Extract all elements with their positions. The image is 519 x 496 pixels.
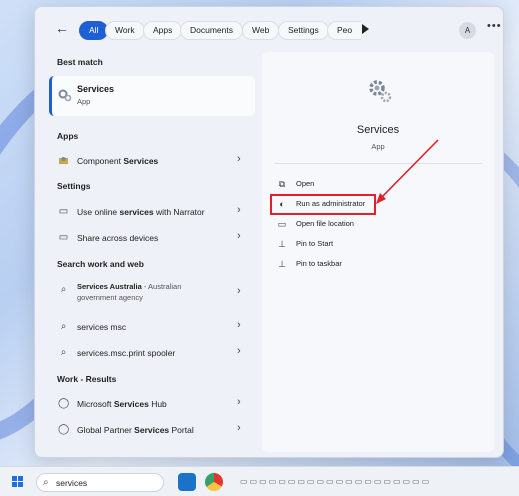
chevron-right-icon[interactable]: › (237, 422, 241, 434)
list-item[interactable]: ⌕ services.msc.print spooler › (49, 342, 255, 364)
list-item[interactable]: ◯ Microsoft Services Hub › (49, 393, 255, 415)
best-match-subtitle: App (77, 97, 91, 106)
pin-icon: ⊥ (278, 239, 286, 249)
list-item-label: Share across devices (77, 233, 159, 243)
annotation-arrow (376, 139, 439, 204)
chevron-right-icon[interactable]: › (237, 204, 241, 216)
action-label: Pin to Start (296, 239, 334, 248)
detail-pane: Services App ⧉ Open ◐ Run as administrat… (262, 52, 494, 452)
filter-bar: ← All Work Apps Documents Web Settings P… (35, 7, 503, 47)
taskbar: ⌕ ▭▭▭▭▭▭▭▭▭▭▭▭▭▭▭▭▭▭▭▭ (0, 466, 519, 496)
share-icon: ▭ (58, 232, 69, 243)
narrator-icon: ▭ (58, 206, 69, 217)
list-item[interactable]: ▭ Share across devices › (49, 227, 255, 249)
filter-people[interactable]: Peo (327, 21, 362, 40)
filter-apps[interactable]: Apps (143, 21, 183, 40)
list-item-label: Use online services with Narrator (77, 207, 205, 217)
system-tray[interactable]: ▭▭▭▭▭▭▭▭▭▭▭▭▭▭▭▭▭▭▭▭ (240, 477, 510, 486)
filter-web[interactable]: Web (242, 21, 280, 40)
list-item-label: Global Partner Services Portal (77, 425, 194, 435)
gears-icon (58, 89, 72, 102)
chevron-right-icon[interactable]: › (237, 396, 241, 408)
search-icon: ⌕ (60, 321, 67, 332)
list-item[interactable]: ◯ Global Partner Services Portal › (49, 419, 255, 441)
taskbar-search[interactable]: ⌕ (36, 473, 164, 492)
chevron-right-icon[interactable]: › (237, 230, 241, 242)
search-icon: ⌕ (60, 347, 67, 358)
back-arrow-icon[interactable]: ← (55, 21, 69, 35)
best-match-services[interactable]: Services App (49, 76, 255, 116)
globe-icon: ◯ (58, 398, 70, 409)
search-icon: ⌕ (60, 284, 67, 295)
list-item[interactable]: Component Services › (49, 150, 255, 172)
section-settings: Settings (57, 181, 91, 191)
more-options-icon[interactable]: ••• (487, 20, 502, 32)
best-match-title: Services (77, 84, 115, 94)
chevron-right-icon[interactable]: › (237, 285, 241, 297)
list-item[interactable]: ⌕ services msc › (49, 316, 255, 338)
list-item-label: Component Services (77, 156, 159, 166)
search-panel: ← All Work Apps Documents Web Settings P… (34, 6, 504, 458)
globe-icon: ◯ (58, 424, 70, 435)
scroll-filters-icon[interactable] (362, 24, 369, 34)
chevron-right-icon[interactable]: › (237, 319, 241, 331)
chevron-right-icon[interactable]: › (237, 153, 241, 165)
list-item-label: services.msc.print spooler (77, 348, 176, 358)
chevron-right-icon[interactable]: › (237, 345, 241, 357)
outlook-icon[interactable] (178, 473, 196, 491)
section-apps: Apps (57, 131, 79, 141)
list-item[interactable]: ⌕ Services Australia - Australian govern… (49, 279, 255, 307)
search-icon: ⌕ (43, 477, 49, 488)
chrome-icon[interactable] (205, 473, 223, 491)
avatar[interactable]: A (459, 22, 476, 39)
filter-documents[interactable]: Documents (180, 21, 243, 40)
component-services-icon (58, 155, 69, 166)
section-search-web: Search work and web (57, 259, 144, 269)
filter-settings[interactable]: Settings (278, 21, 329, 40)
search-input[interactable] (56, 476, 156, 490)
action-label: Pin to taskbar (296, 259, 342, 268)
section-work-results: Work - Results (57, 374, 117, 384)
windows-start-icon[interactable] (12, 476, 24, 488)
pin-icon: ⊥ (278, 259, 286, 269)
list-item-label: services msc (77, 322, 127, 332)
list-item[interactable]: ▭ Use online services with Narrator › (49, 201, 255, 223)
section-best-match: Best match (57, 57, 103, 67)
filter-work[interactable]: Work (105, 21, 145, 40)
list-item-label: Services Australia - Australian governme… (77, 282, 182, 302)
list-item-label: Microsoft Services Hub (77, 399, 167, 409)
